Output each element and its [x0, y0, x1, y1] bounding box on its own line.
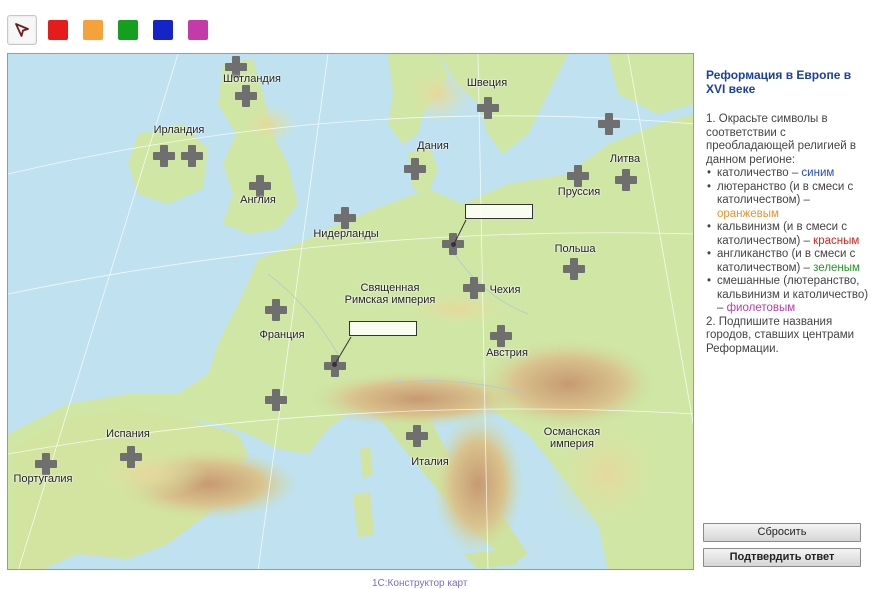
legend-item-calvinist: кальвинизм (и в смеси с католичеством) –…: [706, 221, 871, 248]
legend-color-word: оранжевым: [717, 207, 779, 220]
task2-text: 2. Подпишите названия городов, ставших ц…: [706, 315, 855, 355]
city-input-2[interactable]: [349, 321, 417, 336]
footer-credit: 1С:Конструктор карт: [372, 578, 468, 589]
legend-item-mixed: смешанные (лютеранство, кальвинизм и кат…: [706, 275, 871, 316]
city-input-1[interactable]: [465, 204, 533, 219]
legend-color-word: синим: [801, 167, 835, 179]
legend-text: католичество –: [717, 167, 802, 179]
color-swatch-red[interactable]: [48, 20, 68, 40]
instructions-panel: Реформация в Европе в XVI веке 1. Окрась…: [706, 68, 871, 356]
legend-color-word: зеленым: [813, 261, 860, 274]
pointer-icon: [15, 23, 29, 37]
legend-color-word: фиолетовым: [726, 302, 796, 314]
toolbar: [7, 14, 208, 46]
panel-title: Реформация в Европе в XVI веке: [706, 68, 852, 96]
color-swatch-purple[interactable]: [188, 20, 208, 40]
legend-item-catholic: католичество – синим: [706, 167, 871, 181]
pointer-tool-button[interactable]: [7, 15, 37, 45]
legend-text: лютеранство (и в смеси с католичеством) …: [717, 180, 854, 207]
reset-button[interactable]: Сбросить: [703, 523, 861, 542]
legend-list: католичество – синим лютеранство (и в см…: [706, 167, 871, 316]
europe-map: Шотландия Швеция Ирландия Дания Литва Ан…: [7, 53, 694, 570]
confirm-button[interactable]: Подтвердить ответ: [703, 548, 861, 567]
legend-color-word: красным: [813, 234, 860, 247]
city-dot-geneva: [332, 362, 337, 367]
city-dot-wittenberg: [451, 242, 456, 247]
city-leader-lines: [334, 219, 467, 365]
legend-item-lutheran: лютеранство (и в смеси с католичеством) …: [706, 181, 871, 222]
color-swatch-green[interactable]: [118, 20, 138, 40]
legend-item-anglican: англиканство (и в смеси с католичеством)…: [706, 248, 871, 275]
color-swatch-orange[interactable]: [83, 20, 103, 40]
task1-intro: 1. Окрасьте символы в соответствии с пре…: [706, 113, 856, 166]
color-swatch-blue[interactable]: [153, 20, 173, 40]
